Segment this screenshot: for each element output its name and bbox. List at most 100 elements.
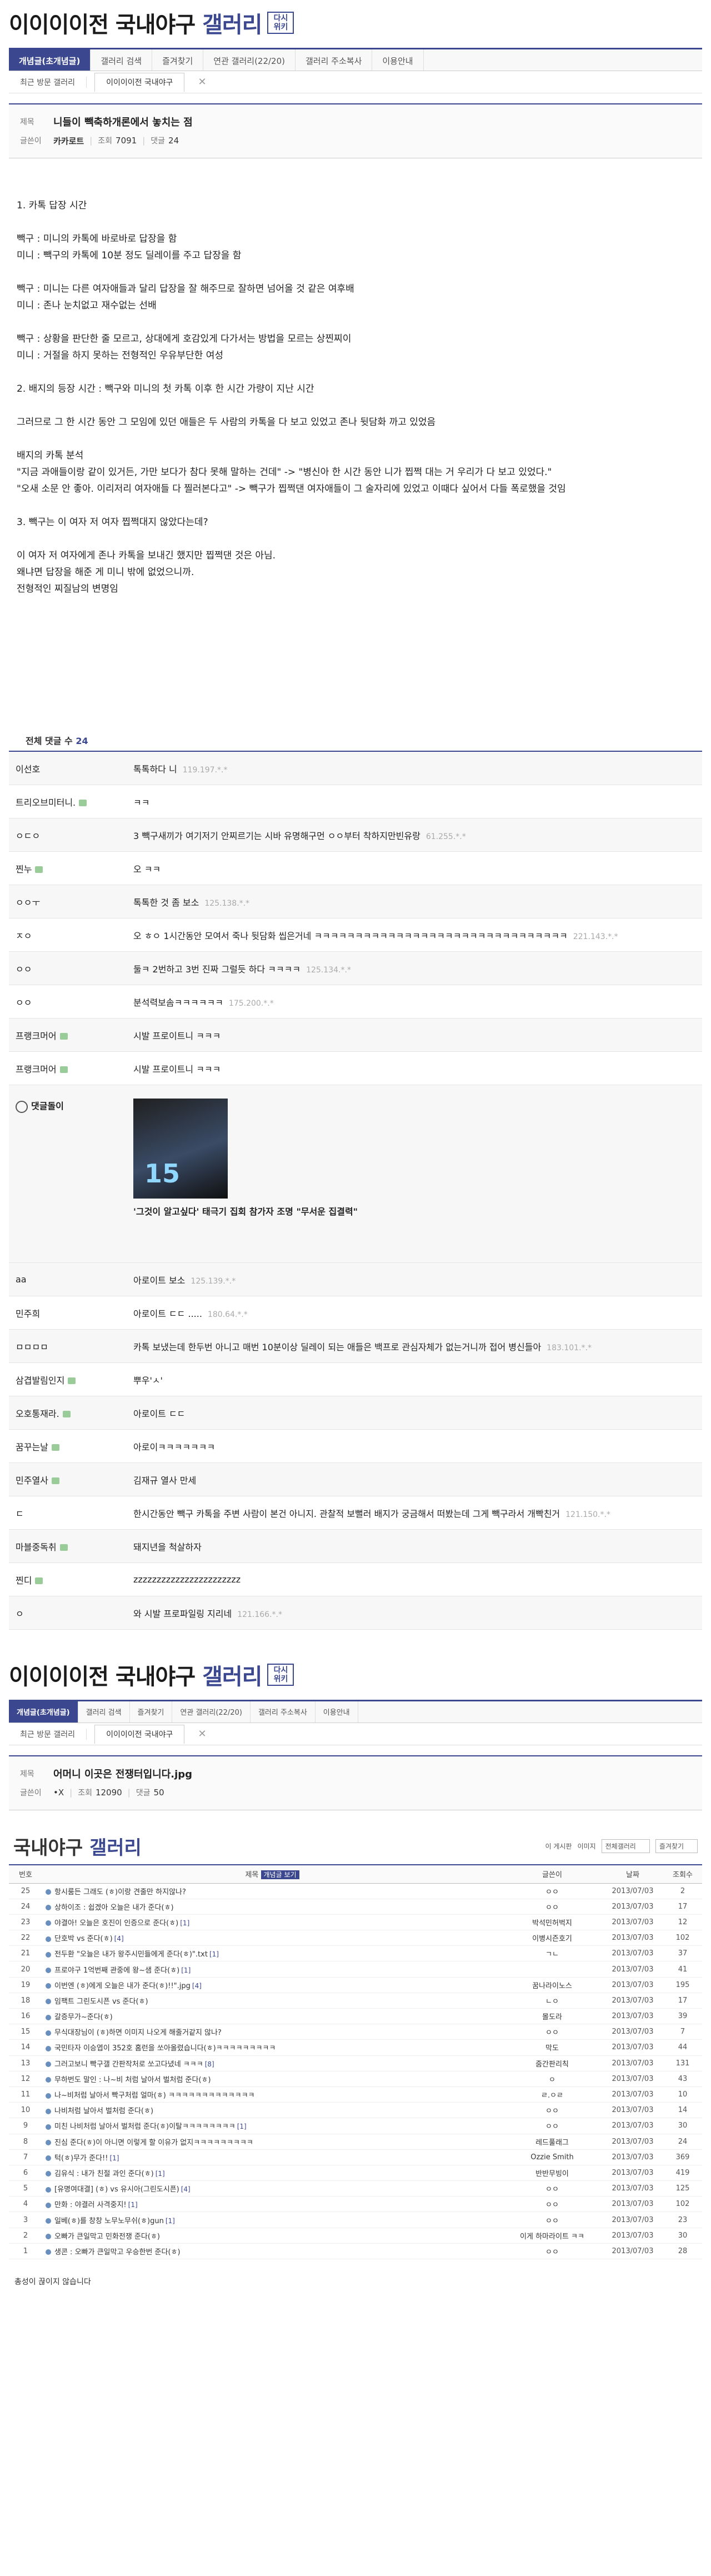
comment-nick[interactable]: ㅇㅇ bbox=[9, 995, 120, 1009]
tab-0[interactable]: 개념글(초개념글) bbox=[9, 1701, 78, 1723]
table-row[interactable]: 8 진심 준다(ㅎ)이 아니면 이렇게 할 이유가 없지ㅋㅋㅋㅋㅋㅋㅋㅋㅋ 레드풀래… bbox=[9, 2134, 702, 2150]
comment-nick[interactable]: ㅈㅇ bbox=[9, 928, 120, 942]
comment-nick[interactable]: 민주희 bbox=[9, 1306, 120, 1320]
comment-nick[interactable]: 오호통재라. bbox=[9, 1406, 120, 1420]
comment-nick[interactable]: aa bbox=[9, 1274, 120, 1285]
tab-1[interactable]: 갤러리 검색 bbox=[78, 1701, 130, 1723]
comment-nick[interactable]: 삼겹발림인지 bbox=[9, 1373, 120, 1386]
tab-2[interactable]: 즐겨찾기 bbox=[152, 49, 204, 71]
post-title-cell[interactable]: 상하이조 : 쉽겠아 오늘은 내가 준다(ㅎ) bbox=[42, 1899, 502, 1915]
table-row[interactable]: 24 상하이조 : 쉽겠아 오늘은 내가 준다(ㅎ) ㅇㅇ 2013/07/03 17 bbox=[9, 1899, 702, 1915]
post-author[interactable]: 꿈나라이노스 bbox=[502, 1977, 602, 1993]
table-row[interactable]: 21 전두환 "오늘은 내가 왕주시민들에게 준다(ㅎ)".txt [1] ㄱㄴ 201… bbox=[9, 1945, 702, 1962]
post-author[interactable]: ㅇ bbox=[502, 2071, 602, 2087]
news-thumbnail[interactable]: 15 bbox=[133, 1099, 228, 1199]
post-title-cell[interactable]: 미친 나비처럼 날아서 벌처럼 준다(ㅎ)이탈ㅋㅋㅋㅋㅋㅋㅋㅋ [1] bbox=[42, 2118, 502, 2134]
post-author[interactable]: 몰도라 bbox=[502, 2008, 602, 2025]
table-row[interactable]: 2 오빠가 큰일막고 민화전쟁 준다(ㅎ) 이게 하마라이트 ㅋㅋ 2013/07/0… bbox=[9, 2228, 702, 2244]
post-title-cell[interactable]: 턱(ㅎ)무가 준다!! [1] bbox=[42, 2149, 502, 2165]
comment-nick[interactable]: 프랭크머어 bbox=[9, 1062, 120, 1075]
post-title-cell[interactable]: 항시룸든 그래도 (ㅎ)이랑 견줄만 하지않나? bbox=[42, 1883, 502, 1899]
post-title-cell[interactable]: 일베(ㅎ)를 창창 노무노무쉬(ㅎ)gun [1] bbox=[42, 2211, 502, 2228]
table-row[interactable]: 19 이번엔 (ㅎ)에게 오늘은 내가 준다(ㅎ)!!".jpg [4] 꿈나라이노스… bbox=[9, 1977, 702, 1993]
post-title-cell[interactable]: 만화 : 야결러 사격중지! [1] bbox=[42, 2196, 502, 2213]
comment-nick[interactable]: ㅇㅇ bbox=[9, 962, 120, 975]
comment-nick[interactable]: ㄷ bbox=[9, 1506, 120, 1520]
favorite-select[interactable]: 즐겨찾기 bbox=[655, 1839, 698, 1853]
post-author[interactable]: 반반무빙이 bbox=[502, 2165, 602, 2181]
post-author[interactable]: 이병시즌호기 bbox=[502, 1930, 602, 1946]
table-row[interactable]: 23 야결아! 오늘은 호진이 인증으로 준다(ㅎ) [1] 박석민허벅지 2013/0… bbox=[9, 1914, 702, 1931]
post-title-cell[interactable]: 무식대장님이 (ㅎ)하면 이미지 나오게 해줄거같지 않나? bbox=[42, 2024, 502, 2040]
comment-nick[interactable]: ㅇㄷㅇ bbox=[9, 828, 120, 842]
post-title-cell[interactable]: [유명여대결] (ㅎ) vs 유시아(그린도시픈) [4] bbox=[42, 2180, 502, 2197]
post-author[interactable]: ㅇㅇ bbox=[502, 2180, 602, 2197]
comment-nick[interactable]: 프랭크머어 bbox=[9, 1029, 120, 1042]
table-row[interactable]: 3 일베(ㅎ)를 창창 노무노무쉬(ㅎ)gun [1] ㅇㅇ 2013/07/03 23 bbox=[9, 2211, 702, 2228]
comment-nick[interactable]: ㅁㅁㅁㅁ bbox=[9, 1340, 120, 1353]
table-row[interactable]: 14 국민타자 이승엽이 352호 홈런을 쏘아올렸습니다(ㅎ)ㅋㅋㅋㅋㅋㅋㅋㅋㅋ… bbox=[9, 2039, 702, 2056]
news-caption[interactable]: '그것이 알고싶다' 태극기 집회 참가자 조명 "무서운 집결력" bbox=[133, 1204, 702, 1217]
post-title-cell[interactable]: 프로야구 1억번째 관중에 왕~샘 준다(ㅎ) [1] bbox=[42, 1961, 502, 1978]
comment-nick[interactable]: 마블중독취 bbox=[9, 1540, 120, 1553]
post-title-cell[interactable]: 이번엔 (ㅎ)에게 오늘은 내가 준다(ㅎ)!!".jpg [4] bbox=[42, 1977, 502, 1993]
comment-nick[interactable]: ㅇㅇㅜ bbox=[9, 895, 120, 908]
table-row[interactable]: 11 나~비처럼 날아서 빡구처럼 얼마(ㅎ) ㅋㅋㅋㅋㅋㅋㅋㅋㅋㅋㅋㅋㅋ ㄹ.ㅇㄹ… bbox=[9, 2086, 702, 2103]
table-row[interactable]: 9 미친 나비처럼 날아서 벌처럼 준다(ㅎ)이탈ㅋㅋㅋㅋㅋㅋㅋㅋ [1] ㅇㅇ 201… bbox=[9, 2118, 702, 2134]
table-row[interactable]: 20 프로야구 1억번째 관중에 왕~샘 준다(ㅎ) [1] 2013/07/03 41 bbox=[9, 1961, 702, 1978]
comment-nick[interactable]: 찐디 bbox=[9, 1573, 120, 1586]
post-author[interactable]: ㅇㅇ bbox=[502, 1883, 602, 1899]
table-row[interactable]: 6 김유식 : 내가 친절 과인 준다(ㅎ) [1] 반반무빙이 2013/07/03 4… bbox=[9, 2165, 702, 2181]
gallery-title[interactable]: 이이이이전 국내야구 갤러리 bbox=[9, 7, 262, 39]
table-row[interactable]: 10 나비처럼 날아서 벌처럼 준다(ㅎ) ㅇㅇ 2013/07/03 14 bbox=[9, 2102, 702, 2119]
redo-wiki-button[interactable]: 다시 위키 bbox=[267, 12, 294, 34]
post-author[interactable]: 박석민허벅지 bbox=[502, 1914, 602, 1931]
table-row[interactable]: 16 갈증무가~준다(ㅎ) 몰도라 2013/07/03 39 bbox=[9, 2008, 702, 2025]
post-title-cell[interactable]: 진심 준다(ㅎ)이 아니면 이렇게 할 이유가 없지ㅋㅋㅋㅋㅋㅋㅋㅋㅋ bbox=[42, 2134, 502, 2150]
post-author[interactable]: ㄱㄴ bbox=[502, 1945, 602, 1962]
table-row[interactable]: 7 턱(ㅎ)무가 준다!! [1] Ozzie Smith 2013/07/03 369 bbox=[9, 2149, 702, 2165]
redo-wiki-button-2[interactable]: 다시 위키 bbox=[267, 1664, 294, 1686]
post-author[interactable]: 레드풀래그 bbox=[502, 2134, 602, 2150]
post-author[interactable]: 줌간판리칙 bbox=[502, 2055, 602, 2071]
post-author[interactable] bbox=[502, 1961, 602, 1978]
comment-nick[interactable]: ㅇ bbox=[9, 1606, 120, 1620]
table-row[interactable]: 4 만화 : 야결러 사격중지! [1] ㅇㅇ 2013/07/03 102 bbox=[9, 2196, 702, 2213]
post-title-cell[interactable]: 국민타자 이승엽이 352호 홈런을 쏘아올렸습니다(ㅎ)ㅋㅋㅋㅋㅋㅋㅋㅋㅋ bbox=[42, 2039, 502, 2056]
post-author[interactable]: ㅇㅇ bbox=[502, 2118, 602, 2134]
post-title-cell[interactable]: 갈증무가~준다(ㅎ) bbox=[42, 2008, 502, 2025]
post-title-cell[interactable]: 그러고보니 빡구갤 간판작처로 쏘고다녔네 ㅋㅋㅋ [8] bbox=[42, 2055, 502, 2071]
close-icon[interactable]: ✕ bbox=[198, 1728, 206, 1740]
post-title-cell[interactable]: 전두환 "오늘은 내가 왕주시민들에게 준다(ㅎ)".txt [1] bbox=[42, 1945, 502, 1962]
table-row[interactable]: 12 무하번도 말인 : 나~비 처럼 날아서 벌처럼 준다(ㅎ) ㅇ 2013/07… bbox=[9, 2071, 702, 2087]
post-title-cell[interactable]: 임팩트 그린도시픈 vs 준다(ㅎ) bbox=[42, 1993, 502, 2009]
gallery-title-2[interactable]: 이이이이전 국내야구 갤러리 bbox=[9, 1659, 262, 1691]
post-author[interactable]: ㅇㅇ bbox=[502, 2196, 602, 2213]
post-author[interactable]: ㅇㅇ bbox=[502, 2243, 602, 2260]
post-title-cell[interactable]: 나~비처럼 날아서 빡구처럼 얼마(ㅎ) ㅋㅋㅋㅋㅋㅋㅋㅋㅋㅋㅋㅋㅋ bbox=[42, 2086, 502, 2103]
image-option[interactable]: 이미지 bbox=[578, 1841, 596, 1851]
tab-4[interactable]: 갤러리 주소복사 bbox=[251, 1701, 316, 1723]
post-author[interactable]: ㄹ.ㅇㄹ bbox=[502, 2086, 602, 2103]
comment-nick[interactable]: 찐누 bbox=[9, 862, 120, 875]
close-icon[interactable]: ✕ bbox=[198, 76, 206, 88]
post-title-cell[interactable]: 생콘 : 오빠가 큰일막고 우승한번 준다(ㅎ) bbox=[42, 2243, 502, 2260]
post-title-cell[interactable]: 오빠가 큰일막고 민화전쟁 준다(ㅎ) bbox=[42, 2228, 502, 2244]
post-title-cell[interactable]: 나비처럼 날아서 벌처럼 준다(ㅎ) bbox=[42, 2102, 502, 2119]
post-title-cell[interactable]: 야결아! 오늘은 호진이 인증으로 준다(ㅎ) [1] bbox=[42, 1914, 502, 1931]
tab-2[interactable]: 즐겨찾기 bbox=[130, 1701, 173, 1723]
tab-5[interactable]: 이용안내 bbox=[316, 1701, 358, 1723]
comment-nick[interactable]: 트리오브미터니. bbox=[9, 795, 120, 808]
post-author[interactable]: ㅇㅇ bbox=[502, 2211, 602, 2228]
tab-5[interactable]: 이용안내 bbox=[372, 49, 424, 71]
post-title-cell[interactable]: 단호박 vs 준다(ㅎ) [4] bbox=[42, 1930, 502, 1946]
post-author[interactable]: 막도 bbox=[502, 2039, 602, 2056]
comment-nick[interactable]: 이선호 bbox=[9, 762, 120, 775]
table-row[interactable]: 1 생콘 : 오빠가 큰일막고 우승한번 준다(ㅎ) ㅇㅇ 2013/07/03 28 bbox=[9, 2243, 702, 2260]
table-row[interactable]: 5 [유명여대결] (ㅎ) vs 유시아(그린도시픈) [4] ㅇㅇ 2013/07/0… bbox=[9, 2180, 702, 2197]
gallery-select[interactable]: 전체갤러리 bbox=[601, 1839, 650, 1853]
comment-nick[interactable]: 민주열사 bbox=[9, 1473, 120, 1486]
tab-3[interactable]: 연관 갤러리(22/20) bbox=[203, 49, 296, 71]
post-author[interactable]: ㄴㅇ bbox=[502, 1993, 602, 2009]
post-author[interactable]: ㅇㅇ bbox=[502, 1899, 602, 1915]
